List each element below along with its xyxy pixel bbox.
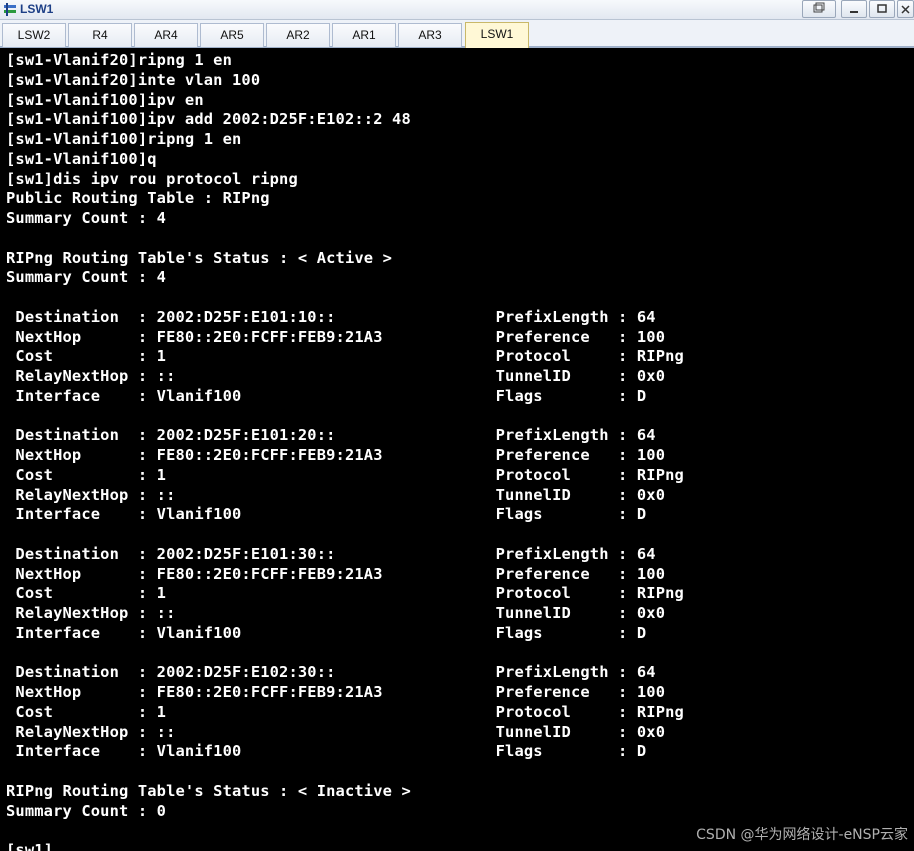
terminal-line: Summary Count : 0 bbox=[6, 801, 167, 820]
terminal-line: Destination : 2002:D25F:E101:30:: Prefix… bbox=[6, 544, 656, 563]
terminal-line: [sw1-Vlanif20]inte vlan 100 bbox=[6, 70, 261, 89]
terminal-line: Interface : Vlanif100 Flags : D bbox=[6, 386, 647, 405]
tab-lsw2[interactable]: LSW2 bbox=[2, 23, 66, 47]
terminal-line: RelayNextHop : :: TunnelID : 0x0 bbox=[6, 604, 666, 622]
terminal-line: NextHop : FE80::2E0:FCFF:FEB9:21A3 Prefe… bbox=[6, 564, 666, 583]
tab-ar5[interactable]: AR5 bbox=[200, 23, 264, 47]
terminal-line: Destination : 2002:D25F:E101:20:: Prefix… bbox=[6, 426, 656, 445]
terminal-console[interactable]: [sw1-Vlanif20]ripng 1 en [sw1-Vlanif20]in… bbox=[0, 48, 914, 851]
terminal-line: [sw1-Vlanif100]ipv en bbox=[6, 90, 204, 109]
restore-button[interactable] bbox=[802, 0, 836, 18]
terminal-line: Destination : 2002:D25F:E101:10:: Prefix… bbox=[6, 307, 656, 326]
terminal-line: Interface : Vlanif100 Flags : D bbox=[6, 623, 647, 642]
close-button[interactable] bbox=[897, 0, 914, 18]
terminal-line: [sw1]dis ipv rou protocol ripng bbox=[6, 169, 298, 188]
terminal-line: NextHop : FE80::2E0:FCFF:FEB9:21A3 Prefe… bbox=[6, 327, 666, 346]
terminal-line: Public Routing Table : RIPng bbox=[6, 189, 270, 208]
minimize-button[interactable] bbox=[841, 0, 867, 18]
terminal-line: Destination : 2002:D25F:E102:30:: Prefix… bbox=[6, 663, 656, 682]
device-tab-bar: LSW2 R4 AR4 AR5 AR2 AR1 AR3 LSW1 bbox=[0, 20, 914, 48]
tab-lsw1[interactable]: LSW1 bbox=[465, 22, 529, 48]
maximize-icon bbox=[877, 4, 887, 13]
tab-r4[interactable]: R4 bbox=[68, 23, 132, 47]
terminal-line: RIPng Routing Table's Status : < Active … bbox=[6, 248, 393, 267]
switch-app-icon bbox=[4, 3, 16, 16]
terminal-line: RelayNextHop : :: TunnelID : 0x0 bbox=[6, 722, 666, 741]
terminal-line: Cost : 1 Protocol : RIPng bbox=[6, 347, 684, 366]
minimize-icon bbox=[850, 11, 858, 13]
terminal-line: [sw1-Vlanif100]q bbox=[6, 149, 157, 168]
terminal-line: [sw1] bbox=[6, 841, 54, 851]
terminal-line: [sw1-Vlanif20]ripng 1 en bbox=[6, 51, 232, 69]
terminal-line: Summary Count : 4 bbox=[6, 209, 167, 227]
terminal-line: [sw1-Vlanif100]ipv add 2002:D25F:E102::2… bbox=[6, 110, 411, 129]
csdn-watermark: CSDN @华为网络设计-eNSP云家 bbox=[696, 827, 908, 843]
terminal-line: Interface : Vlanif100 Flags : D bbox=[6, 505, 647, 524]
terminal-line: RIPng Routing Table's Status : < Inactiv… bbox=[6, 781, 411, 800]
window-titlebar: LSW1 bbox=[0, 0, 914, 20]
tab-ar1[interactable]: AR1 bbox=[332, 23, 396, 47]
terminal-line: [sw1-Vlanif100]ripng 1 en bbox=[6, 130, 242, 148]
terminal-line: Cost : 1 Protocol : RIPng bbox=[6, 702, 684, 721]
terminal-line: Interface : Vlanif100 Flags : D bbox=[6, 742, 647, 761]
restore-icon bbox=[813, 2, 825, 13]
terminal-line: NextHop : FE80::2E0:FCFF:FEB9:21A3 Prefe… bbox=[6, 446, 666, 464]
tab-ar4[interactable]: AR4 bbox=[134, 23, 198, 47]
window-title: LSW1 bbox=[20, 2, 54, 16]
tab-ar2[interactable]: AR2 bbox=[266, 23, 330, 47]
terminal-line: Cost : 1 Protocol : RIPng bbox=[6, 465, 684, 484]
close-icon bbox=[901, 5, 910, 14]
terminal-line: Summary Count : 4 bbox=[6, 268, 167, 287]
terminal-line: Cost : 1 Protocol : RIPng bbox=[6, 584, 684, 603]
terminal-line: NextHop : FE80::2E0:FCFF:FEB9:21A3 Prefe… bbox=[6, 683, 666, 701]
maximize-button[interactable] bbox=[869, 0, 895, 18]
terminal-line: RelayNextHop : :: TunnelID : 0x0 bbox=[6, 485, 666, 504]
terminal-line: RelayNextHop : :: TunnelID : 0x0 bbox=[6, 367, 666, 385]
tab-ar3[interactable]: AR3 bbox=[398, 23, 462, 47]
